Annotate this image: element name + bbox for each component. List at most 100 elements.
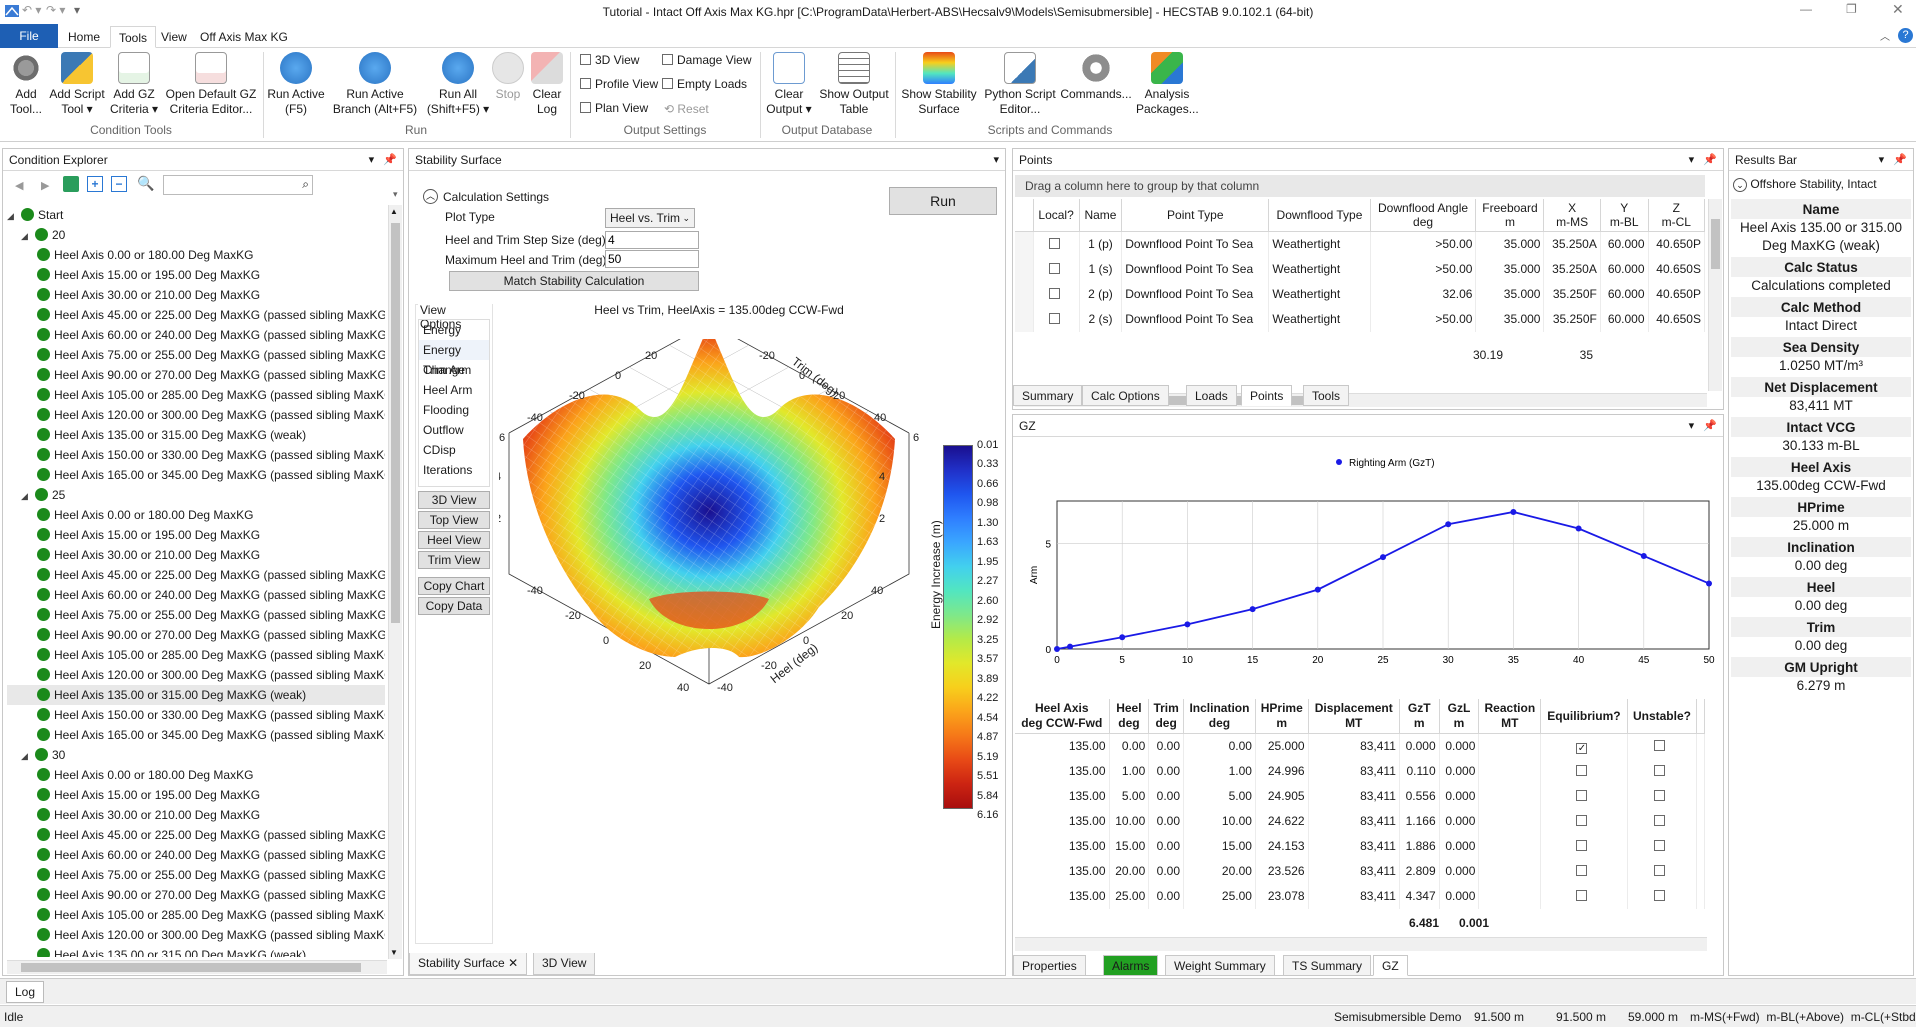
tree-item[interactable]: Heel Axis 45.00 or 225.00 Deg MaxKG (pas…	[7, 825, 385, 845]
gz-col-header[interactable]: Reaction MT	[1478, 699, 1542, 734]
points-vscrollbar[interactable]	[1708, 199, 1722, 391]
gz-col-header[interactable]: Trim deg	[1148, 699, 1184, 734]
tree-group[interactable]: ◢ 30	[7, 745, 385, 765]
run-active-button[interactable]: Run Active (F5)	[266, 52, 326, 117]
gz-point[interactable]	[1575, 525, 1582, 532]
python-script-editor-button[interactable]: Python Script Editor...	[982, 52, 1058, 117]
step-size-input[interactable]	[605, 231, 699, 249]
tree-item[interactable]: Heel Axis 135.00 or 315.00 Deg MaxKG (we…	[7, 425, 385, 445]
add-tool-button[interactable]: Add Tool...	[4, 52, 48, 117]
tree-item[interactable]: Heel Axis 90.00 or 270.00 Deg MaxKG (pas…	[7, 365, 385, 385]
tree-item[interactable]: Heel Axis 75.00 or 255.00 Deg MaxKG (pas…	[7, 605, 385, 625]
gz-point[interactable]	[1640, 552, 1647, 559]
tree-item[interactable]: Heel Axis 135.00 or 315.00 Deg MaxKG (we…	[7, 685, 385, 705]
gz-col-header[interactable]: Heel Axis deg CCW-Fwd	[1015, 699, 1110, 734]
points-col-header[interactable]: Z m-CL	[1648, 199, 1706, 232]
tree-item[interactable]: Heel Axis 15.00 or 195.00 Deg MaxKG	[7, 785, 385, 805]
gz-col-header[interactable]: Equilibrium?	[1540, 699, 1628, 734]
explorer-hscroll-thumb[interactable]	[21, 963, 361, 972]
empty-loads-check[interactable]: Empty Loads	[662, 77, 747, 91]
gz-col-header[interactable]: GzL m	[1439, 699, 1480, 734]
tree-item[interactable]: Heel Axis 0.00 or 180.00 Deg MaxKG	[7, 245, 385, 265]
copy-data-button[interactable]: Copy Data	[418, 597, 490, 615]
tree-item[interactable]: Heel Axis 75.00 or 255.00 Deg MaxKG (pas…	[7, 865, 385, 885]
table-row[interactable]: 135.00 20.00 0.00 20.00 23.526 83,411 2.809 0.0…	[1015, 858, 1705, 884]
tree-item[interactable]: Heel Axis 90.00 or 270.00 Deg MaxKG (pas…	[7, 625, 385, 645]
3d-view-check[interactable]: 3D View	[580, 53, 639, 67]
gz-point[interactable]	[1706, 580, 1712, 587]
gz-point[interactable]	[1054, 646, 1060, 652]
equilibrium-checkbox[interactable]	[1576, 890, 1588, 901]
collapse-settings-icon[interactable]: ︿	[423, 189, 438, 204]
expand-icon[interactable]: ◢	[7, 206, 21, 226]
results-section[interactable]: ⌄ Offshore Stability, Intact	[1733, 177, 1877, 192]
gz-point[interactable]	[1067, 643, 1074, 650]
gz-point[interactable]	[1249, 606, 1256, 613]
gz-point[interactable]	[1445, 521, 1452, 528]
menu-view[interactable]: View	[153, 26, 195, 48]
copy-chart-button[interactable]: Copy Chart	[418, 577, 490, 595]
tree-item[interactable]: Heel Axis 60.00 or 240.00 Deg MaxKG (pas…	[7, 845, 385, 865]
forward-icon[interactable]: ▶	[41, 179, 49, 192]
unstable-checkbox[interactable]	[1654, 765, 1666, 776]
gz-col-header[interactable]: Heel deg	[1109, 699, 1150, 734]
table-row[interactable]: 2 (s) Downflood Point To Sea Weathertight >…	[1015, 306, 1706, 332]
tree-item[interactable]: Heel Axis 105.00 or 285.00 Deg MaxKG (pa…	[7, 385, 385, 405]
option-flooding[interactable]: Flooding	[419, 400, 489, 420]
expand-icon[interactable]: ◢	[21, 226, 35, 246]
gz-col-header[interactable]: HPrime m	[1255, 699, 1309, 734]
tree-item[interactable]: Heel Axis 75.00 or 255.00 Deg MaxKG (pas…	[7, 345, 385, 365]
help-icon[interactable]: ?	[1898, 28, 1913, 43]
profile-view-check[interactable]: Profile View	[580, 77, 658, 91]
heel-view-button[interactable]: Heel View	[418, 531, 490, 549]
damage-view-check[interactable]: Damage View	[662, 53, 751, 67]
table-row[interactable]: 135.00 0.00 0.00 0.00 25.000 83,411 0.000 0.000…	[1015, 733, 1705, 759]
tree-item[interactable]: Heel Axis 15.00 or 195.00 Deg MaxKG	[7, 265, 385, 285]
pin-icon[interactable]: ▾ 📌	[1879, 149, 1907, 171]
gz-hscrollbar[interactable]	[1015, 937, 1707, 951]
equilibrium-checkbox[interactable]	[1576, 865, 1588, 876]
tree-item[interactable]: Heel Axis 30.00 or 210.00 Deg MaxKG	[7, 805, 385, 825]
minimize-icon[interactable]: —	[1800, 2, 1812, 16]
points-col-header[interactable]: Local?	[1033, 199, 1080, 232]
local-checkbox[interactable]	[1048, 288, 1060, 299]
run-button[interactable]: Run	[889, 187, 997, 215]
close-icon[interactable]: ✕	[1892, 1, 1904, 18]
tab-gz[interactable]: GZ	[1373, 955, 1408, 976]
equilibrium-checkbox[interactable]: ✓	[1576, 742, 1588, 754]
pin-icon[interactable]: ▾ 📌	[1689, 415, 1717, 437]
match-stability-button[interactable]: Match Stability Calculation	[449, 271, 699, 291]
log-tab[interactable]: Log	[6, 981, 45, 1003]
unstable-checkbox[interactable]	[1654, 790, 1666, 801]
unstable-checkbox[interactable]	[1654, 865, 1666, 876]
points-col-header[interactable]: Downflood Type	[1268, 199, 1371, 232]
tree-item[interactable]: Heel Axis 60.00 or 240.00 Deg MaxKG (pas…	[7, 585, 385, 605]
points-col-header[interactable]: X m-MS	[1543, 199, 1601, 232]
tree-group[interactable]: ◢ 25	[7, 485, 385, 505]
tab-alarms[interactable]: Alarms	[1103, 955, 1159, 976]
explorer-vscrollbar[interactable]: ▲ ▼	[388, 205, 402, 959]
equilibrium-checkbox[interactable]	[1576, 815, 1588, 826]
maximize-icon[interactable]: ❐	[1846, 2, 1857, 16]
points-col-header[interactable]: Y m-BL	[1600, 199, 1649, 232]
table-row[interactable]: 135.00 10.00 0.00 10.00 24.622 83,411 1.166 0.0…	[1015, 808, 1705, 834]
gz-chart[interactable]: 0 5 10 15 20 25 30 35 40 45 50 0 5 Righting Arm (GzT)…	[1013, 439, 1723, 669]
menu-tools[interactable]: Tools	[110, 26, 157, 48]
tab-stability-surface[interactable]: Stability Surface ✕	[409, 953, 528, 975]
find-icon[interactable]: 🔍	[137, 175, 154, 192]
tab-ts-summary[interactable]: TS Summary	[1283, 955, 1372, 976]
option-trim-arm[interactable]: Trim Arm	[419, 360, 489, 380]
trim-view-button[interactable]: Trim View	[418, 551, 490, 569]
tree-item[interactable]: Heel Axis 15.00 or 195.00 Deg MaxKG	[7, 525, 385, 545]
local-checkbox[interactable]	[1048, 263, 1060, 274]
tab-loads[interactable]: Loads	[1186, 385, 1237, 406]
menu-home[interactable]: Home	[60, 26, 108, 48]
tree-item[interactable]: Heel Axis 0.00 or 180.00 Deg MaxKG	[7, 505, 385, 525]
gz-col-header[interactable]: Unstable?	[1627, 699, 1698, 734]
tree-root[interactable]: ◢ Start	[7, 205, 385, 225]
show-stability-surface-button[interactable]: Show Stability Surface	[898, 52, 980, 117]
gz-point[interactable]	[1119, 634, 1126, 641]
points-col-header[interactable]: Point Type	[1121, 199, 1270, 232]
expand-icon[interactable]: ◢	[21, 486, 35, 506]
tree-item[interactable]: Heel Axis 165.00 or 345.00 Deg MaxKG (pa…	[7, 725, 385, 745]
